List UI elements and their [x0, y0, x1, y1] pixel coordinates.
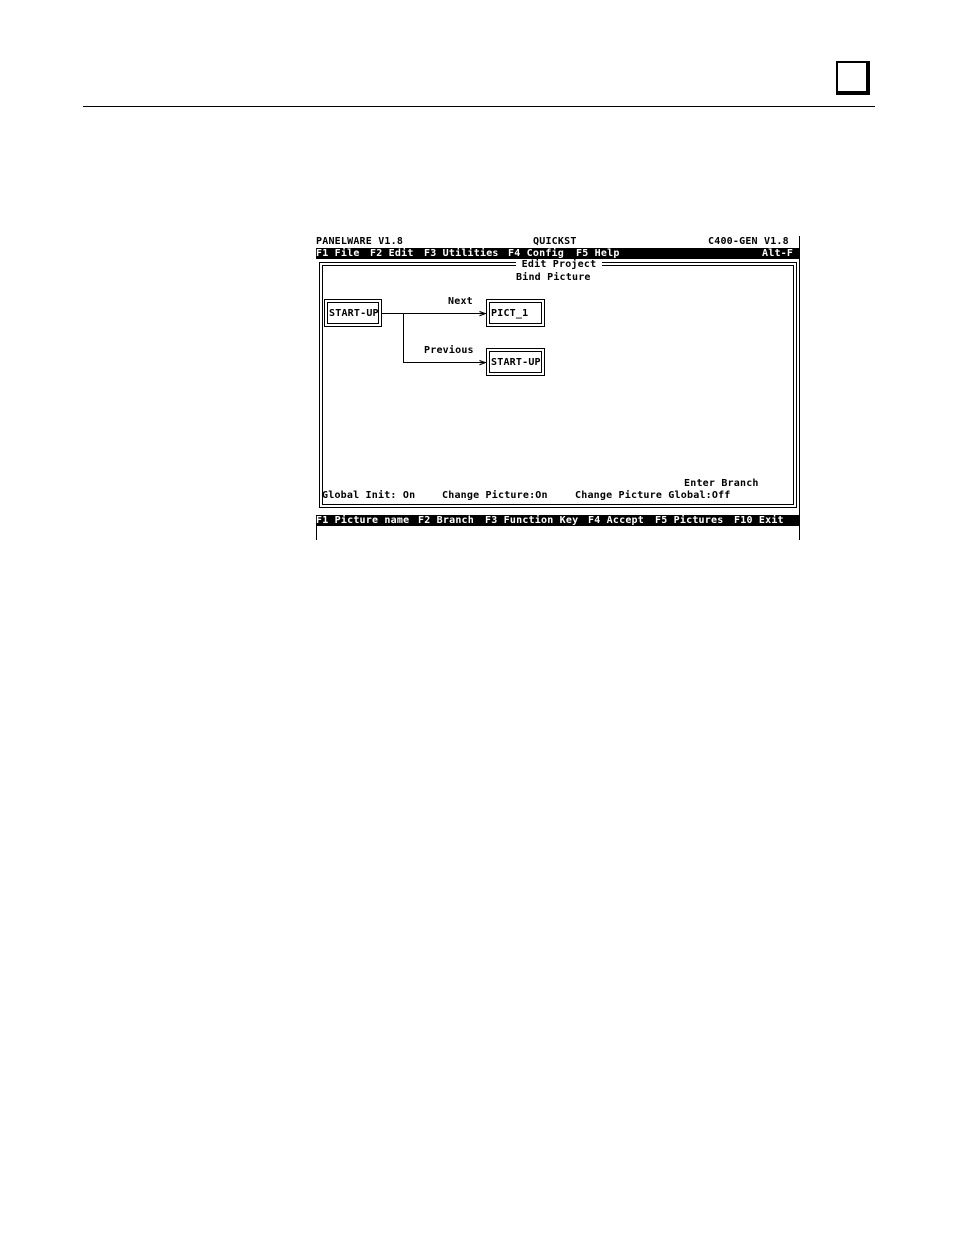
- fkey-branch[interactable]: F2 Branch: [418, 515, 474, 526]
- panelware-screen: PANELWARE V1.8 QUICKST C400-GEN V1.8 F1 …: [316, 236, 800, 540]
- fkey-picture-name[interactable]: F1 Picture name: [316, 515, 409, 526]
- fkey-exit[interactable]: F10 Exit: [734, 515, 784, 526]
- fkey-pictures[interactable]: F5 Pictures: [655, 515, 723, 526]
- project-name: QUICKST: [533, 236, 577, 247]
- menu-file[interactable]: F1 File: [316, 248, 360, 259]
- page-header-rule: [83, 106, 875, 107]
- source-picture-label: START-UP: [329, 308, 379, 319]
- target-version: C400-GEN V1.8: [708, 236, 789, 247]
- status-change-picture-global: Change Picture Global:Off: [575, 490, 731, 501]
- function-key-bar: F1 Picture name F2 Branch F3 Function Ke…: [316, 515, 800, 526]
- app-version: PANELWARE V1.8: [316, 236, 404, 247]
- fkey-function-key[interactable]: F3 Function Key: [485, 515, 578, 526]
- status-change-picture: Change Picture:On: [442, 490, 548, 501]
- branch-label-previous: Previous: [424, 345, 474, 356]
- menu-help[interactable]: F5 Help: [576, 248, 620, 259]
- branch-line-vertical: [403, 313, 404, 362]
- previous-target-box[interactable]: START-UP: [486, 348, 545, 376]
- status-global-init: Global Init: On: [322, 490, 416, 501]
- panel-title: Edit Project: [516, 259, 602, 270]
- arrow-right-icon: >: [479, 356, 486, 369]
- menu-config[interactable]: F4 Config: [508, 248, 564, 259]
- menu-edit[interactable]: F2 Edit: [370, 248, 414, 259]
- menu-shortcut: Alt-F: [762, 248, 794, 259]
- next-target-label: PICT_1: [491, 308, 529, 319]
- branch-line-next: [382, 313, 486, 314]
- menu-utilities[interactable]: F3 Utilities: [424, 248, 499, 259]
- panel-subtitle: Bind Picture: [516, 272, 591, 283]
- enter-branch-prompt: Enter Branch: [684, 478, 759, 489]
- next-target-box[interactable]: PICT_1: [486, 299, 545, 327]
- arrow-right-icon: >: [479, 307, 486, 320]
- section-tab-mark: [836, 61, 870, 95]
- menu-bar: F1 File F2 Edit F3 Utilities F4 Config F…: [316, 248, 800, 259]
- branch-line-previous: [403, 362, 486, 363]
- previous-target-label: START-UP: [491, 357, 541, 368]
- branch-label-next: Next: [448, 296, 473, 307]
- source-picture-box[interactable]: START-UP: [324, 299, 382, 327]
- fkey-accept[interactable]: F4 Accept: [588, 515, 644, 526]
